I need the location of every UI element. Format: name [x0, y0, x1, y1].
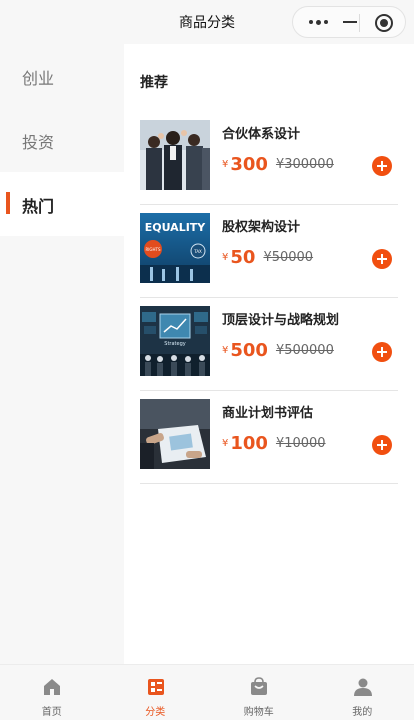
tab-cart[interactable]: 购物车 — [207, 665, 311, 721]
product-name: 商业计划书评估 — [222, 402, 313, 421]
currency-symbol: ¥ — [222, 345, 228, 356]
tab-category[interactable]: 分类 — [104, 665, 208, 721]
sidebar-item-label: 投资 — [22, 129, 54, 153]
original-price: ¥50000 — [263, 250, 313, 265]
currency-symbol: ¥ — [222, 159, 228, 170]
price-row: ¥500 ¥500000 — [222, 340, 334, 364]
price-row: ¥100 ¥10000 — [222, 433, 326, 457]
product-thumbnail — [140, 120, 210, 190]
bottom-tab-bar: 首页 分类 购物车 我的 — [0, 664, 414, 720]
tab-label: 我的 — [311, 703, 414, 718]
add-to-cart-button[interactable] — [372, 435, 392, 455]
product-name: 顶层设计与战略规划 — [222, 309, 339, 328]
minimize-icon[interactable] — [343, 21, 357, 23]
add-to-cart-button[interactable] — [372, 249, 392, 269]
sidebar-item-startup[interactable]: 创业 — [0, 44, 124, 108]
thumb-text-rights: RIGHTS — [145, 247, 161, 252]
product-name: 合伙体系设计 — [222, 123, 300, 142]
capsule-divider — [359, 14, 360, 32]
section-title: 推荐 — [140, 72, 168, 92]
user-icon — [353, 677, 373, 697]
cart-icon — [249, 677, 269, 697]
thumb-text-equality: EQUALITY — [145, 221, 207, 234]
product-item[interactable]: EQUALITY RIGHTS TAX 股权架构设计 ¥50 ¥50000 — [140, 205, 398, 298]
sidebar-item-investment[interactable]: 投资 — [0, 108, 124, 172]
tab-home[interactable]: 首页 — [0, 665, 104, 721]
category-sidebar: 创业 投资 热门 — [0, 44, 124, 664]
sidebar-item-label: 创业 — [22, 65, 54, 89]
price-row: ¥300 ¥300000 — [222, 154, 334, 178]
active-indicator — [6, 192, 10, 214]
product-thumbnail — [140, 399, 210, 469]
nav-bar: 商品分类 — [0, 0, 414, 44]
tab-label: 分类 — [104, 703, 208, 718]
product-price: 300 — [230, 154, 268, 175]
original-price: ¥500000 — [276, 343, 334, 358]
sidebar-item-hot[interactable]: 热门 — [0, 172, 124, 236]
product-thumbnail: EQUALITY RIGHTS TAX — [140, 213, 210, 283]
close-icon[interactable] — [375, 14, 393, 32]
currency-symbol: ¥ — [222, 438, 228, 449]
add-to-cart-button[interactable] — [372, 156, 392, 176]
thumb-text-tax: TAX — [193, 249, 202, 254]
currency-symbol: ¥ — [222, 252, 228, 263]
product-thumbnail: Strategy — [140, 306, 210, 376]
product-item[interactable]: 合伙体系设计 ¥300 ¥300000 — [140, 112, 398, 205]
original-price: ¥300000 — [276, 157, 334, 172]
menu-capsule — [292, 6, 406, 38]
home-icon — [42, 677, 62, 697]
product-list-panel: 推荐 合伙体系设计 ¥300¥300000 EQ — [124, 44, 414, 664]
product-price: 50 — [230, 247, 255, 268]
product-item[interactable]: Strategy 顶层设计与战略规划 ¥500 ¥500000 — [140, 298, 398, 391]
original-price: ¥10000 — [276, 436, 326, 451]
category-icon — [146, 677, 166, 697]
price-row: ¥50 ¥50000 — [222, 247, 313, 271]
tab-label: 首页 — [0, 703, 104, 718]
tab-profile[interactable]: 我的 — [311, 665, 414, 721]
product-price: 100 — [230, 433, 268, 454]
product-item[interactable]: 商业计划书评估 ¥100 ¥10000 — [140, 391, 398, 484]
add-to-cart-button[interactable] — [372, 342, 392, 362]
sidebar-item-label: 热门 — [22, 193, 54, 217]
more-icon[interactable] — [307, 16, 333, 28]
thumb-text-strategy: Strategy — [164, 341, 185, 347]
tab-label: 购物车 — [207, 703, 311, 718]
product-price: 500 — [230, 340, 268, 361]
product-name: 股权架构设计 — [222, 216, 300, 235]
